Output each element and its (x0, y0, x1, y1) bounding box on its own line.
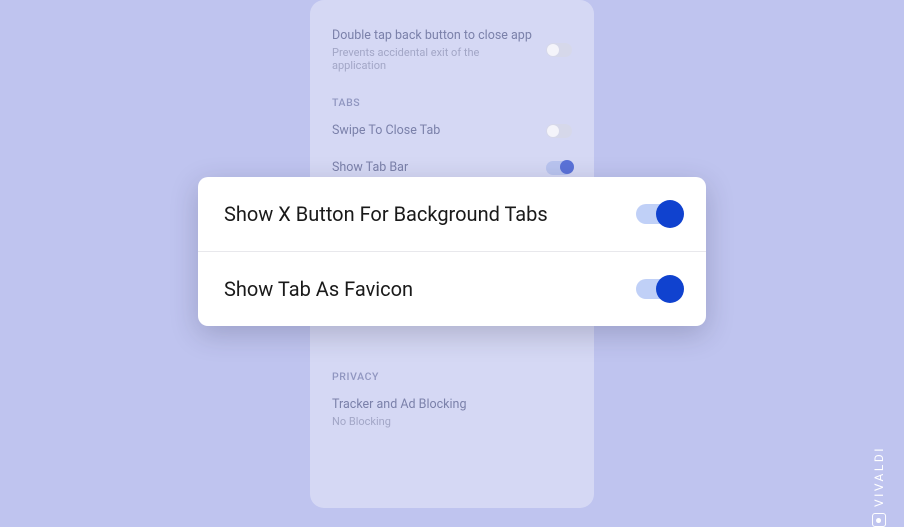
setting-title: Swipe To Close Tab (332, 123, 536, 139)
highlighted-settings-card: Show X Button For Background Tabs Show T… (198, 177, 706, 326)
toggle-show-tab-bar[interactable] (546, 161, 572, 175)
setting-title: Show Tab Bar (332, 160, 536, 176)
section-header-privacy: PRIVACY (332, 370, 572, 383)
brand-text: VIVALDI (872, 446, 886, 507)
setting-text: Tracker and Ad Blocking No Blocking (332, 397, 572, 428)
setting-text: Swipe To Close Tab (332, 123, 536, 139)
setting-label: Show Tab As Favicon (224, 277, 413, 301)
toggle-show-x-button[interactable] (636, 204, 680, 224)
setting-text: Double tap back button to close app Prev… (332, 28, 536, 72)
setting-tracker-ad-blocking[interactable]: Tracker and Ad Blocking No Blocking (332, 387, 572, 438)
setting-text: Show Tab Bar (332, 160, 536, 176)
setting-title: Double tap back button to close app (332, 28, 536, 44)
toggle-swipe-close[interactable] (546, 124, 572, 138)
section-header-tabs: TABS (332, 96, 572, 109)
setting-subtitle: No Blocking (332, 415, 572, 428)
setting-label: Show X Button For Background Tabs (224, 202, 548, 226)
setting-swipe-to-close-tab[interactable]: Swipe To Close Tab (332, 113, 572, 149)
setting-subtitle: Prevents accidental exit of the applicat… (332, 46, 536, 72)
setting-double-tap-back[interactable]: Double tap back button to close app Prev… (332, 18, 572, 82)
setting-show-x-button-background-tabs[interactable]: Show X Button For Background Tabs (198, 177, 706, 251)
vivaldi-logo-icon (872, 513, 886, 527)
toggle-show-tab-favicon[interactable] (636, 279, 680, 299)
vivaldi-brand: VIVALDI (872, 446, 886, 527)
setting-show-tab-as-favicon[interactable]: Show Tab As Favicon (198, 251, 706, 326)
toggle-double-tap[interactable] (546, 43, 572, 57)
setting-title: Tracker and Ad Blocking (332, 397, 572, 413)
